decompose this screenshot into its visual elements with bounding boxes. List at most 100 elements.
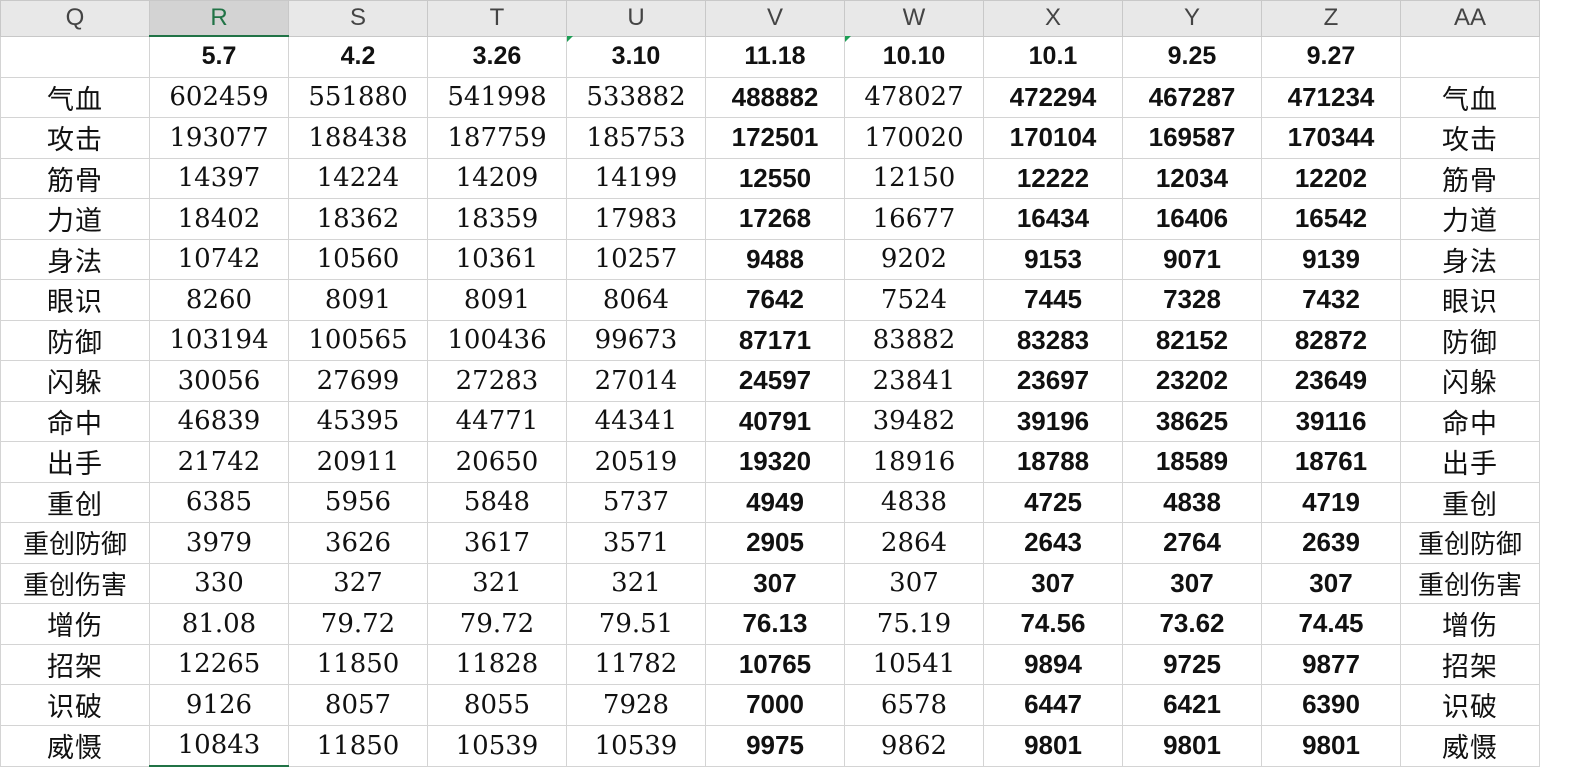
- cell-value[interactable]: 9801: [1122, 724, 1262, 767]
- cell-value[interactable]: 18359: [427, 198, 567, 240]
- cell-value[interactable]: 3979: [149, 522, 289, 564]
- cell-value[interactable]: 478027: [844, 76, 984, 118]
- cell-value[interactable]: 4719: [1261, 481, 1401, 523]
- cell-value[interactable]: 14199: [566, 157, 706, 199]
- cell-value[interactable]: 18916: [844, 441, 984, 483]
- cell-value[interactable]: 9153: [983, 238, 1123, 280]
- cell-value[interactable]: 79.72: [288, 603, 428, 645]
- cell-value[interactable]: 39116: [1261, 400, 1401, 442]
- row-label-right[interactable]: 眼识: [1400, 279, 1540, 321]
- row-label[interactable]: 筋骨: [0, 157, 150, 199]
- cell-date[interactable]: 5.7: [149, 35, 289, 78]
- row-label-right[interactable]: 威慑: [1400, 724, 1540, 767]
- column-header-x[interactable]: X: [983, 0, 1123, 37]
- cell-value[interactable]: 2905: [705, 522, 845, 564]
- cell-value[interactable]: 21742: [149, 441, 289, 483]
- cell-value[interactable]: 40791: [705, 400, 845, 442]
- cell-value[interactable]: 82152: [1122, 319, 1262, 361]
- cell-value[interactable]: 19320: [705, 441, 845, 483]
- cell-value[interactable]: 5737: [566, 481, 706, 523]
- cell-value[interactable]: 11828: [427, 643, 567, 685]
- cell-value[interactable]: 20650: [427, 441, 567, 483]
- cell-value[interactable]: 4838: [844, 481, 984, 523]
- cell-value[interactable]: 10361: [427, 238, 567, 280]
- row-label-right[interactable]: 气血: [1400, 76, 1540, 118]
- cell-value[interactable]: 7642: [705, 279, 845, 321]
- cell-value[interactable]: 11782: [566, 643, 706, 685]
- cell-value[interactable]: 9202: [844, 238, 984, 280]
- cell-value[interactable]: 4949: [705, 481, 845, 523]
- row-label[interactable]: 命中: [0, 400, 150, 442]
- cell-value[interactable]: 2643: [983, 522, 1123, 564]
- cell-value[interactable]: 10560: [288, 238, 428, 280]
- cell-value[interactable]: 100436: [427, 319, 567, 361]
- row-label-right[interactable]: 筋骨: [1400, 157, 1540, 199]
- cell-value[interactable]: 172501: [705, 117, 845, 159]
- cell-value[interactable]: 18362: [288, 198, 428, 240]
- row-label-right[interactable]: 重创伤害: [1400, 562, 1540, 604]
- cell-value[interactable]: 79.51: [566, 603, 706, 645]
- cell-value[interactable]: 4838: [1122, 481, 1262, 523]
- cell-value[interactable]: 16542: [1261, 198, 1401, 240]
- row-label-right[interactable]: 出手: [1400, 441, 1540, 483]
- row-label[interactable]: 攻击: [0, 117, 150, 159]
- cell-value[interactable]: 188438: [288, 117, 428, 159]
- cell-value[interactable]: 9801: [983, 724, 1123, 767]
- cell-value[interactable]: 76.13: [705, 603, 845, 645]
- cell-value[interactable]: 2764: [1122, 522, 1262, 564]
- column-header-aa[interactable]: AA: [1400, 0, 1540, 37]
- cell-value[interactable]: 307: [705, 562, 845, 604]
- row-label[interactable]: 气血: [0, 76, 150, 118]
- cell-value[interactable]: 75.19: [844, 603, 984, 645]
- cell-value[interactable]: 12202: [1261, 157, 1401, 199]
- cell-value[interactable]: 45395: [288, 400, 428, 442]
- column-header-y[interactable]: Y: [1122, 0, 1262, 37]
- cell-value[interactable]: 5956: [288, 481, 428, 523]
- cell-value[interactable]: 79.72: [427, 603, 567, 645]
- row-label-right[interactable]: 增伤: [1400, 603, 1540, 645]
- cell-value[interactable]: 7445: [983, 279, 1123, 321]
- row-label[interactable]: 威慑: [0, 724, 150, 767]
- cell-value[interactable]: 24597: [705, 360, 845, 402]
- row-label-right[interactable]: 识破: [1400, 684, 1540, 726]
- cell-value[interactable]: 7524: [844, 279, 984, 321]
- row-label-right[interactable]: 力道: [1400, 198, 1540, 240]
- row-label-right[interactable]: 招架: [1400, 643, 1540, 685]
- cell-value[interactable]: 27014: [566, 360, 706, 402]
- cell-value[interactable]: 307: [1122, 562, 1262, 604]
- cell-value[interactable]: 18402: [149, 198, 289, 240]
- cell-value[interactable]: 10541: [844, 643, 984, 685]
- cell-value[interactable]: 488882: [705, 76, 845, 118]
- cell-value[interactable]: 18589: [1122, 441, 1262, 483]
- cell-value[interactable]: 6447: [983, 684, 1123, 726]
- cell-value[interactable]: 8260: [149, 279, 289, 321]
- cell-value[interactable]: 471234: [1261, 76, 1401, 118]
- cell-date[interactable]: 3.10: [566, 35, 706, 78]
- cell-value[interactable]: 9801: [1261, 724, 1401, 767]
- cell-value[interactable]: 10843: [149, 724, 289, 767]
- cell-value[interactable]: 6390: [1261, 684, 1401, 726]
- row-label-right[interactable]: 重创防御: [1400, 522, 1540, 564]
- column-header-u[interactable]: U: [566, 0, 706, 37]
- cell-value[interactable]: 46839: [149, 400, 289, 442]
- cell-value[interactable]: 541998: [427, 76, 567, 118]
- row-label[interactable]: 身法: [0, 238, 150, 280]
- cell-value[interactable]: 307: [1261, 562, 1401, 604]
- cell-value[interactable]: 6421: [1122, 684, 1262, 726]
- cell-value[interactable]: 321: [566, 562, 706, 604]
- cell-value[interactable]: 74.45: [1261, 603, 1401, 645]
- cell-value[interactable]: 18788: [983, 441, 1123, 483]
- cell-value[interactable]: 467287: [1122, 76, 1262, 118]
- cell-value[interactable]: 10742: [149, 238, 289, 280]
- column-header-s[interactable]: S: [288, 0, 428, 37]
- cell-value[interactable]: 2864: [844, 522, 984, 564]
- cell-date[interactable]: 9.27: [1261, 35, 1401, 78]
- row-label-right[interactable]: 身法: [1400, 238, 1540, 280]
- column-header-t[interactable]: T: [427, 0, 567, 37]
- cell-value[interactable]: 11850: [288, 724, 428, 767]
- row-label-right[interactable]: 防御: [1400, 319, 1540, 361]
- cell-value[interactable]: 7000: [705, 684, 845, 726]
- row-label[interactable]: 闪躲: [0, 360, 150, 402]
- cell-value[interactable]: 4725: [983, 481, 1123, 523]
- cell-value[interactable]: 169587: [1122, 117, 1262, 159]
